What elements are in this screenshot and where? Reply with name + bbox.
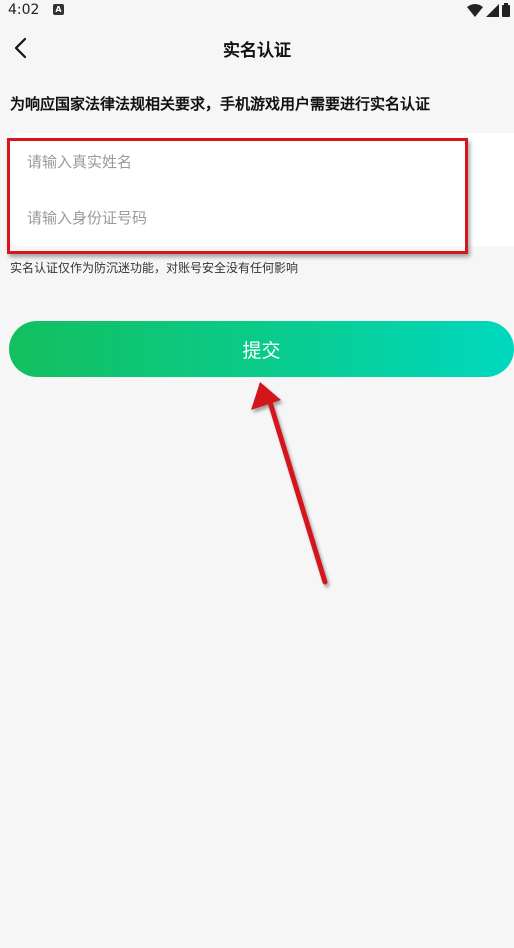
- id-number-input[interactable]: [27, 203, 447, 233]
- status-icons: [467, 3, 510, 17]
- header: 实名认证: [0, 26, 514, 70]
- submit-button[interactable]: 提交: [9, 321, 514, 377]
- form-card: [9, 133, 514, 246]
- battery-icon: [502, 3, 510, 17]
- status-bar: 4:02 A: [0, 0, 514, 22]
- status-time: 4:02: [8, 2, 40, 18]
- notice-text: 为响应国家法律法规相关要求，手机游戏用户需要进行实名认证: [10, 95, 431, 113]
- signal-icon: [486, 3, 499, 17]
- hint-text: 实名认证仅作为防沉迷功能，对账号安全没有任何影响: [10, 261, 299, 275]
- page-title: 实名认证: [223, 41, 291, 61]
- wifi-icon: [467, 3, 483, 17]
- notification-a-icon: A: [53, 4, 64, 15]
- real-name-input[interactable]: [27, 147, 447, 177]
